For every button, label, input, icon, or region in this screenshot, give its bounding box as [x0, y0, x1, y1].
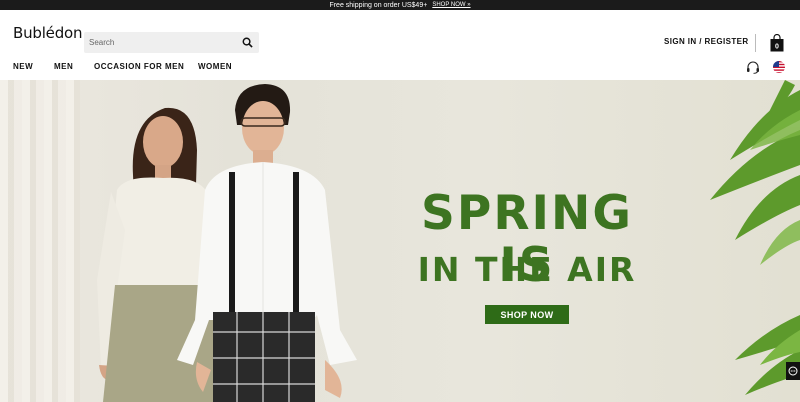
models-photo [97, 84, 357, 402]
palm-leaves-top-decor [710, 80, 800, 265]
shop-now-button[interactable]: SHOP NOW [485, 305, 569, 324]
chat-icon [788, 366, 798, 376]
announcement-bar: Free shipping on order US$49+ SHOP NOW » [0, 0, 800, 10]
nav-item-men[interactable]: MEN [54, 62, 73, 71]
chat-widget[interactable] [786, 362, 800, 380]
shopping-bag-icon[interactable]: 0 [770, 34, 784, 52]
sign-in-register-link[interactable]: SIGN IN / REGISTER [664, 37, 749, 46]
us-flag-icon[interactable] [773, 61, 785, 73]
palm-leaves-bottom-decor [735, 315, 800, 395]
nav-item-occasion-for-men[interactable]: OCCASION FOR MEN [94, 62, 184, 71]
site-header: Bublédon SIGN IN / REGISTER 0 [0, 10, 800, 55]
nav-item-women[interactable]: WOMEN [198, 62, 232, 71]
headset-support-icon[interactable] [746, 61, 760, 74]
main-nav: NEW MEN OCCASION FOR MEN WOMEN [0, 55, 800, 80]
bag-count: 0 [775, 44, 779, 51]
hero-headline-line-2: IN THE AIR [417, 250, 637, 289]
announcement-link[interactable]: SHOP NOW » [432, 2, 470, 8]
announcement-text: Free shipping on order US$49+ [329, 1, 428, 9]
nav-item-new[interactable]: NEW [13, 62, 33, 71]
curtain-decor [0, 80, 80, 402]
search-icon[interactable] [242, 37, 253, 48]
hero-banner[interactable]: SPRING IS IN THE AIR SHOP NOW [0, 80, 800, 402]
header-divider [755, 34, 756, 52]
search-bar [84, 32, 259, 53]
search-input[interactable] [84, 38, 232, 47]
brand-logo[interactable]: Bublédon [13, 24, 83, 42]
